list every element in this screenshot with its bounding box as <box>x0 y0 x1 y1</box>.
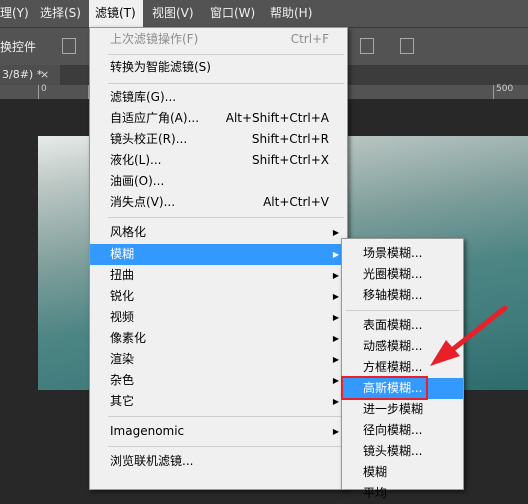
submenu-item-iris-blur[interactable]: 光圈模糊... <box>342 264 463 285</box>
menu-item-adaptive-wide-angle[interactable]: 自适应广角(A)... Alt+Shift+Ctrl+A <box>90 108 347 129</box>
submenu-arrow-icon: ▶ <box>332 355 339 364</box>
menu-item-noise[interactable]: 杂色 ▶ <box>90 370 347 391</box>
submenu-item-lens-blur[interactable]: 镜头模糊... <box>342 441 463 462</box>
menu-item-oil-paint[interactable]: 油画(O)... <box>90 171 347 192</box>
menu-item-liquify[interactable]: 液化(L)... Shift+Ctrl+X <box>90 150 347 171</box>
menu-item-sharpen[interactable]: 锐化 ▶ <box>90 286 347 307</box>
submenu-arrow-icon: ▶ <box>332 397 339 406</box>
submenu-item-surface-blur[interactable]: 表面模糊... <box>342 315 463 336</box>
annotation-highlight-box <box>341 376 428 400</box>
ruler-tick <box>38 85 39 99</box>
submenu-item-radial-blur[interactable]: 径向模糊... <box>342 420 463 441</box>
submenu-item-blur[interactable]: 模糊 <box>342 462 463 483</box>
ruler-label: 500 <box>496 84 514 94</box>
submenu-arrow-icon: ▶ <box>332 271 339 280</box>
submenu-arrow-icon: ▶ <box>332 250 339 259</box>
menu-separator <box>108 446 344 447</box>
menu-item-distort[interactable]: 扭曲 ▶ <box>90 265 347 286</box>
transform-controls-label[interactable]: 换控件 <box>0 38 36 55</box>
menu-item-video[interactable]: 视频 ▶ <box>90 307 347 328</box>
submenu-item-average[interactable]: 平均 <box>342 483 463 504</box>
distribute-spacing-icon[interactable] <box>400 38 414 54</box>
menu-view[interactable]: 视图(V) <box>152 0 200 27</box>
menu-separator <box>108 217 344 218</box>
menu-separator <box>346 310 459 311</box>
menu-help[interactable]: 帮助(H) <box>270 0 318 27</box>
menu-item-vanishing-point[interactable]: 消失点(V)... Alt+Ctrl+V <box>90 192 347 213</box>
menu-item-browse-filters-online[interactable]: 浏览联机滤镜... <box>90 451 347 472</box>
menu-filter[interactable]: 滤镜(T) <box>89 0 143 27</box>
submenu-item-box-blur[interactable]: 方框模糊... <box>342 357 463 378</box>
document-tab[interactable]: 3/8#) * × <box>0 65 60 85</box>
submenu-item-field-blur[interactable]: 场景模糊... <box>342 243 463 264</box>
submenu-item-tilt-shift[interactable]: 移轴模糊... <box>342 285 463 306</box>
menu-item-imagenomic[interactable]: Imagenomic ▶ <box>90 421 347 442</box>
menu-item-pixelate[interactable]: 像素化 ▶ <box>90 328 347 349</box>
close-icon[interactable]: × <box>40 65 49 85</box>
menu-item-convert-smart-filter[interactable]: 转换为智能滤镜(S) <box>90 57 347 78</box>
menu-item-lens-correction[interactable]: 镜头校正(R)... Shift+Ctrl+R <box>90 129 347 150</box>
submenu-item-blur-more[interactable]: 进一步模糊 <box>342 399 463 420</box>
menu-bar: 理(Y) 选择(S) 滤镜(T) 视图(V) 窗口(W) 帮助(H) <box>0 0 528 27</box>
submenu-arrow-icon: ▶ <box>332 334 339 343</box>
align-icon[interactable] <box>62 38 76 54</box>
submenu-arrow-icon: ▶ <box>332 376 339 385</box>
filter-menu: 上次滤镜操作(F) Ctrl+F 转换为智能滤镜(S) 滤镜库(G)... 自适… <box>89 27 348 490</box>
menu-window[interactable]: 窗口(W) <box>210 0 260 27</box>
menu-item-blur[interactable]: 模糊 ▶ <box>90 244 347 265</box>
menu-select[interactable]: 选择(S) <box>40 0 86 27</box>
menu-item-filter-gallery[interactable]: 滤镜库(G)... <box>90 87 347 108</box>
distribute-icon[interactable] <box>360 38 374 54</box>
ruler-label: 0 <box>41 84 47 94</box>
submenu-item-motion-blur[interactable]: 动感模糊... <box>342 336 463 357</box>
submenu-arrow-icon: ▶ <box>332 313 339 322</box>
menu-separator <box>108 83 344 84</box>
submenu-arrow-icon: ▶ <box>332 427 339 436</box>
menu-item-last-filter: 上次滤镜操作(F) Ctrl+F <box>110 32 329 46</box>
menu-item-stylize[interactable]: 风格化 ▶ <box>90 222 347 243</box>
ruler-tick <box>493 85 494 99</box>
submenu-arrow-icon: ▶ <box>332 292 339 301</box>
submenu-arrow-icon: ▶ <box>332 228 339 237</box>
menu-image[interactable]: 理(Y) <box>0 0 30 27</box>
menu-separator <box>108 416 344 417</box>
menu-separator <box>108 54 344 55</box>
menu-item-other[interactable]: 其它 ▶ <box>90 391 347 412</box>
menu-item-render[interactable]: 渲染 ▶ <box>90 349 347 370</box>
blur-submenu: 场景模糊... 光圈模糊... 移轴模糊... 表面模糊... 动感模糊... … <box>341 238 464 500</box>
document-tab-title: 3/8#) * <box>2 68 43 81</box>
